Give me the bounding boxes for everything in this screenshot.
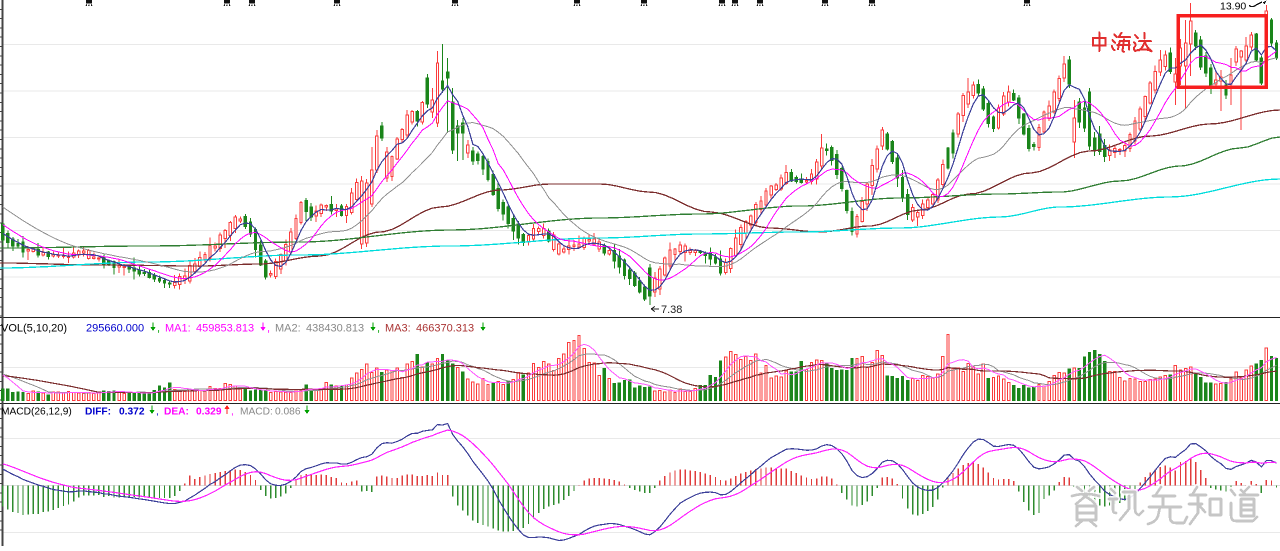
svg-text:295660.000: 295660.000 xyxy=(86,323,144,335)
svg-text:0.329: 0.329 xyxy=(196,407,222,418)
svg-text:13.90: 13.90 xyxy=(1220,1,1246,13)
svg-text:MA1:: MA1: xyxy=(165,323,191,335)
svg-text:7.38: 7.38 xyxy=(661,304,682,316)
svg-text:466370.313: 466370.313 xyxy=(416,323,474,335)
svg-text:DEA:: DEA: xyxy=(164,407,189,418)
svg-text:,: , xyxy=(267,323,270,335)
svg-text:459853.813: 459853.813 xyxy=(196,323,254,335)
svg-text:,: , xyxy=(157,323,160,335)
svg-text:MA3:: MA3: xyxy=(385,323,411,335)
svg-text:,: , xyxy=(231,407,234,418)
svg-text:438430.813: 438430.813 xyxy=(306,323,364,335)
svg-text:0.086: 0.086 xyxy=(275,407,301,418)
svg-text:,: , xyxy=(377,323,380,335)
svg-text:MACD:: MACD: xyxy=(240,407,273,418)
svg-text:MA2:: MA2: xyxy=(275,323,301,335)
svg-text:DIFF:: DIFF: xyxy=(85,407,111,418)
svg-text:0.372: 0.372 xyxy=(119,407,145,418)
svg-text:,: , xyxy=(156,407,159,418)
svg-text:MACD(26,12,9): MACD(26,12,9) xyxy=(1,407,72,418)
svg-text:VOL(5,10,20): VOL(5,10,20) xyxy=(1,323,67,335)
